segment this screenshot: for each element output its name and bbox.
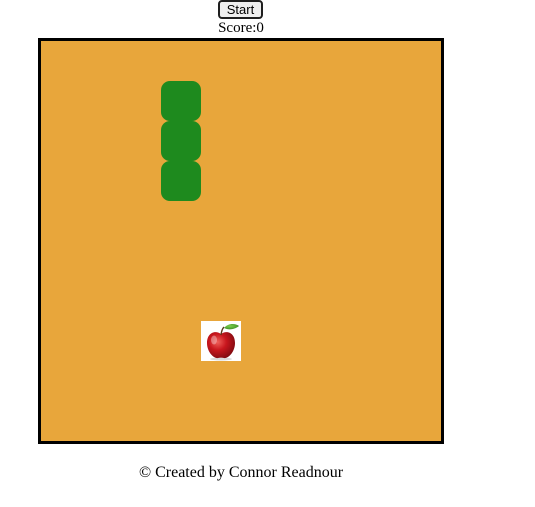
score-value: 0 xyxy=(256,20,264,36)
apple-icon xyxy=(201,321,241,361)
start-button[interactable]: Start xyxy=(218,0,263,19)
score-display: Score:0 xyxy=(0,20,482,37)
snake-segment xyxy=(161,161,201,201)
snake-segment xyxy=(161,121,201,161)
score-label: Score: xyxy=(218,20,257,36)
game-board[interactable] xyxy=(38,38,444,444)
snake-head xyxy=(161,81,201,121)
footer-credit: © Created by Connor Readnour xyxy=(138,464,344,481)
